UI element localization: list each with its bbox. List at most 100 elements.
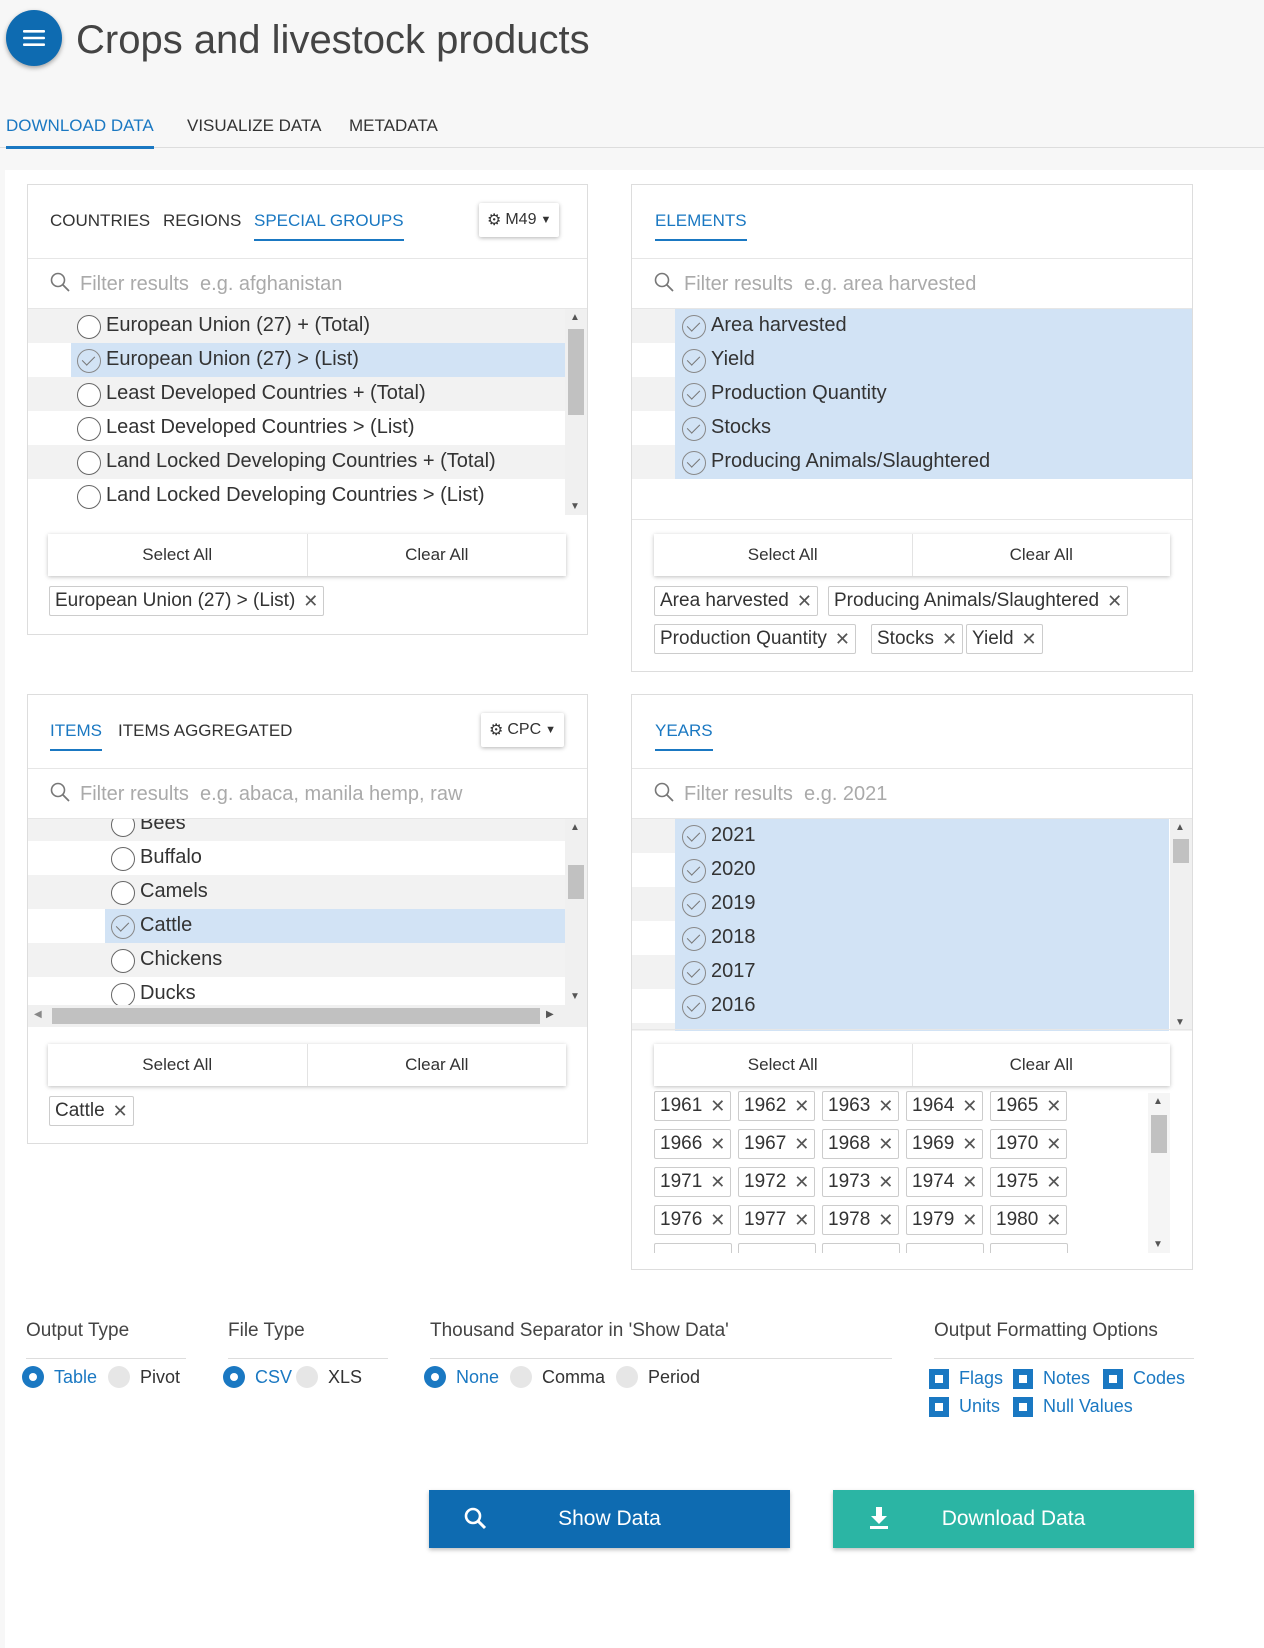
tab-elements[interactable]: ELEMENTS <box>655 211 747 241</box>
tab-download-data[interactable]: DOWNLOAD DATA <box>6 116 154 149</box>
radio-period[interactable]: Period <box>616 1366 700 1388</box>
list-item[interactable]: Production Quantity <box>632 377 1192 411</box>
select-all-button[interactable]: Select All <box>48 1044 308 1086</box>
list-item[interactable]: Camels <box>28 875 565 909</box>
remove-icon[interactable]: ✕ <box>710 1134 725 1155</box>
items-scrollbar[interactable]: ▲ ▼ <box>565 819 587 1005</box>
scroll-thumb[interactable] <box>1151 1115 1167 1153</box>
scroll-right-icon[interactable]: ▶ <box>546 1009 554 1020</box>
scroll-down-icon[interactable]: ▼ <box>1175 1017 1185 1028</box>
remove-icon[interactable]: ✕ <box>962 1172 977 1193</box>
tab-metadata[interactable]: METADATA <box>349 116 438 146</box>
scroll-up-icon[interactable]: ▲ <box>570 822 580 833</box>
list-item[interactable]: 2021 <box>632 819 1169 853</box>
checkbox-codes[interactable]: Codes <box>1103 1368 1185 1389</box>
remove-icon[interactable]: ✕ <box>942 629 957 650</box>
radio-comma[interactable]: Comma <box>510 1366 605 1388</box>
list-item[interactable]: Cattle <box>28 909 565 943</box>
remove-icon[interactable]: ✕ <box>710 1096 725 1117</box>
remove-icon[interactable]: ✕ <box>835 629 850 650</box>
download-data-button[interactable]: Download Data <box>833 1490 1194 1548</box>
list-item[interactable]: Area harvested <box>632 309 1192 343</box>
radio-csv[interactable]: CSV <box>223 1366 292 1388</box>
tab-visualize-data[interactable]: VISUALIZE DATA <box>187 116 321 146</box>
remove-icon[interactable]: ✕ <box>878 1134 893 1155</box>
scroll-thumb[interactable] <box>52 1008 540 1024</box>
remove-icon[interactable]: ✕ <box>794 1210 809 1231</box>
years-search-input[interactable] <box>684 777 1164 811</box>
checkbox-units[interactable]: Units <box>929 1396 1000 1417</box>
items-hscrollbar[interactable]: ◀ ▶ <box>28 1005 587 1027</box>
remove-icon[interactable]: ✕ <box>962 1096 977 1117</box>
remove-icon[interactable]: ✕ <box>303 591 318 612</box>
scroll-thumb[interactable] <box>568 329 584 415</box>
items-search-input[interactable] <box>80 777 560 811</box>
list-item[interactable]: Land Locked Developing Countries + (Tota… <box>28 445 565 479</box>
list-item[interactable]: Producing Animals/Slaughtered <box>632 445 1192 479</box>
remove-icon[interactable]: ✕ <box>113 1101 128 1122</box>
remove-icon[interactable]: ✕ <box>797 591 812 612</box>
remove-icon[interactable]: ✕ <box>962 1134 977 1155</box>
tab-regions[interactable]: REGIONS <box>163 211 241 239</box>
remove-icon[interactable]: ✕ <box>1046 1134 1061 1155</box>
scroll-up-icon[interactable]: ▲ <box>570 312 580 323</box>
radio-none[interactable]: None <box>424 1366 499 1388</box>
select-all-button[interactable]: Select All <box>654 534 913 576</box>
remove-icon[interactable]: ✕ <box>1107 591 1122 612</box>
remove-icon[interactable]: ✕ <box>1046 1096 1061 1117</box>
clear-all-button[interactable]: Clear All <box>913 1044 1171 1086</box>
scroll-left-icon[interactable]: ◀ <box>34 1009 42 1020</box>
list-item[interactable]: 2020 <box>632 853 1169 887</box>
list-item[interactable]: European Union (27) > (List) <box>28 343 565 377</box>
scroll-down-icon[interactable]: ▼ <box>570 501 580 512</box>
list-item[interactable]: Least Developed Countries > (List) <box>28 411 565 445</box>
remove-icon[interactable]: ✕ <box>794 1096 809 1117</box>
tab-countries[interactable]: COUNTRIES <box>50 211 150 239</box>
scroll-down-icon[interactable]: ▼ <box>570 991 580 1002</box>
list-item[interactable]: 2017 <box>632 955 1169 989</box>
radio-xls[interactable]: XLS <box>296 1366 362 1388</box>
elements-search-input[interactable] <box>684 267 1164 301</box>
remove-icon[interactable]: ✕ <box>1046 1210 1061 1231</box>
remove-icon[interactable]: ✕ <box>878 1172 893 1193</box>
years-chip-scrollbar[interactable]: ▲ ▼ <box>1148 1093 1170 1253</box>
remove-icon[interactable]: ✕ <box>710 1210 725 1231</box>
code-system-dropdown[interactable]: ⚙ CPC ▼ <box>481 713 565 747</box>
radio-table[interactable]: Table <box>22 1366 97 1388</box>
list-item[interactable]: 2016 <box>632 989 1169 1023</box>
checkbox-notes[interactable]: Notes <box>1013 1368 1090 1389</box>
list-item[interactable]: Bees <box>28 819 565 841</box>
clear-all-button[interactable]: Clear All <box>308 1044 567 1086</box>
list-item[interactable]: Stocks <box>632 411 1192 445</box>
list-item[interactable]: Chickens <box>28 943 565 977</box>
remove-icon[interactable]: ✕ <box>878 1210 893 1231</box>
list-item[interactable]: Buffalo <box>28 841 565 875</box>
radio-pivot[interactable]: Pivot <box>108 1366 180 1388</box>
list-item[interactable]: Land Locked Developing Countries > (List… <box>28 479 565 513</box>
remove-icon[interactable]: ✕ <box>962 1210 977 1231</box>
clear-all-button[interactable]: Clear All <box>913 534 1171 576</box>
countries-scrollbar[interactable]: ▲ ▼ <box>565 309 587 515</box>
code-system-dropdown[interactable]: ⚙ M49 ▼ <box>479 203 560 237</box>
scroll-thumb[interactable] <box>1173 839 1189 863</box>
tab-special-groups[interactable]: SPECIAL GROUPS <box>254 211 404 241</box>
list-item[interactable]: Yield <box>632 343 1192 377</box>
scroll-up-icon[interactable]: ▲ <box>1175 822 1185 833</box>
list-item[interactable]: European Union (27) + (Total) <box>28 309 565 343</box>
years-scrollbar[interactable]: ▲ ▼ <box>1170 819 1192 1031</box>
remove-icon[interactable]: ✕ <box>794 1172 809 1193</box>
remove-icon[interactable]: ✕ <box>1022 629 1037 650</box>
remove-icon[interactable]: ✕ <box>710 1172 725 1193</box>
remove-icon[interactable]: ✕ <box>878 1096 893 1117</box>
checkbox-null-values[interactable]: Null Values <box>1013 1396 1133 1417</box>
select-all-button[interactable]: Select All <box>48 534 308 576</box>
checkbox-flags[interactable]: Flags <box>929 1368 1003 1389</box>
select-all-button[interactable]: Select All <box>654 1044 913 1086</box>
scroll-up-icon[interactable]: ▲ <box>1153 1096 1163 1107</box>
scroll-thumb[interactable] <box>568 865 584 899</box>
list-item[interactable]: 2018 <box>632 921 1169 955</box>
list-item[interactable]: Ducks <box>28 977 565 1005</box>
menu-button[interactable] <box>6 10 62 66</box>
show-data-button[interactable]: Show Data <box>429 1490 790 1548</box>
list-item[interactable]: Least Developed Countries + (Total) <box>28 377 565 411</box>
